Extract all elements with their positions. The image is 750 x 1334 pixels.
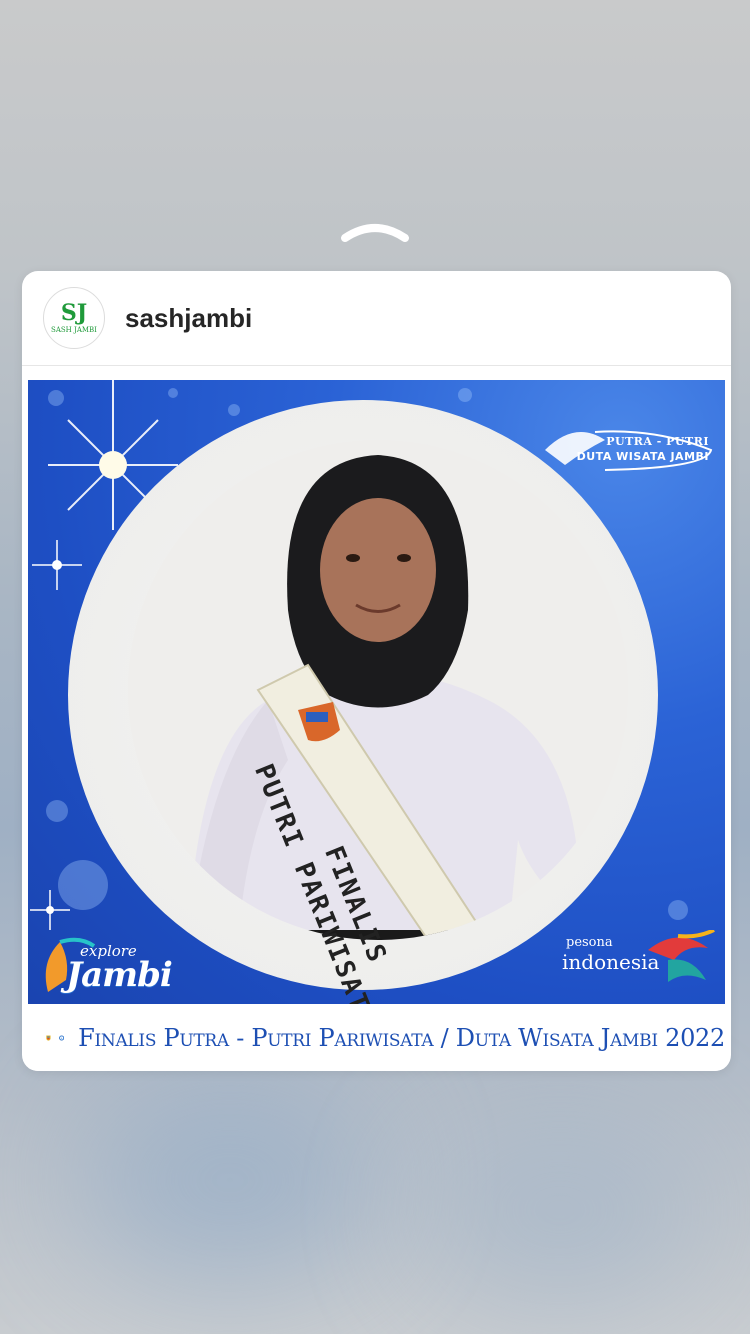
- bokeh-dot: [46, 800, 68, 822]
- avatar[interactable]: SJ SASH JAMBI: [43, 287, 105, 349]
- explore-jambi-big: Jambi: [66, 955, 173, 995]
- post-header: SJ SASH JAMBI sashjambi: [22, 271, 731, 366]
- bokeh-dot: [228, 404, 240, 416]
- caption-text: Finalis Putra - Putri Pariwisata / Duta …: [78, 1023, 725, 1052]
- brand-title-line2: DUTA WISATA JAMBI: [576, 450, 709, 463]
- caption-bar: Finalis Putra - Putri Pariwisata / Duta …: [28, 1004, 725, 1071]
- jambi-emblem-icon: [46, 1035, 51, 1041]
- chevron-up-icon[interactable]: [339, 214, 411, 244]
- post-image[interactable]: PUTRA - PUTRI DUTA WISATA JAMBI PUTRI PA…: [28, 380, 725, 1004]
- bokeh-dot: [458, 388, 472, 402]
- brand-title-line1: PUTRA - PUTRI: [606, 435, 709, 448]
- background-blur: [420, 1120, 700, 1300]
- portrait-photo: [128, 440, 628, 940]
- background-blur: [80, 1080, 380, 1280]
- post-card[interactable]: SJ SASH JAMBI sashjambi PUTRA - PUTRI DU…: [22, 271, 731, 1071]
- avatar-logo: SJ: [60, 299, 88, 326]
- bokeh-dot: [668, 900, 688, 920]
- sparkle-icon: [32, 540, 82, 590]
- sparkle-icon: [30, 890, 70, 930]
- avatar-logo-text: SASH JAMBI: [51, 325, 97, 334]
- pesona-indonesia-small: pesona: [566, 935, 613, 950]
- pesona-indonesia-logo: [648, 930, 715, 982]
- username[interactable]: sashjambi: [125, 303, 252, 334]
- kemdikbud-emblem-icon: [58, 1034, 65, 1041]
- portrait-illustration: [188, 455, 578, 940]
